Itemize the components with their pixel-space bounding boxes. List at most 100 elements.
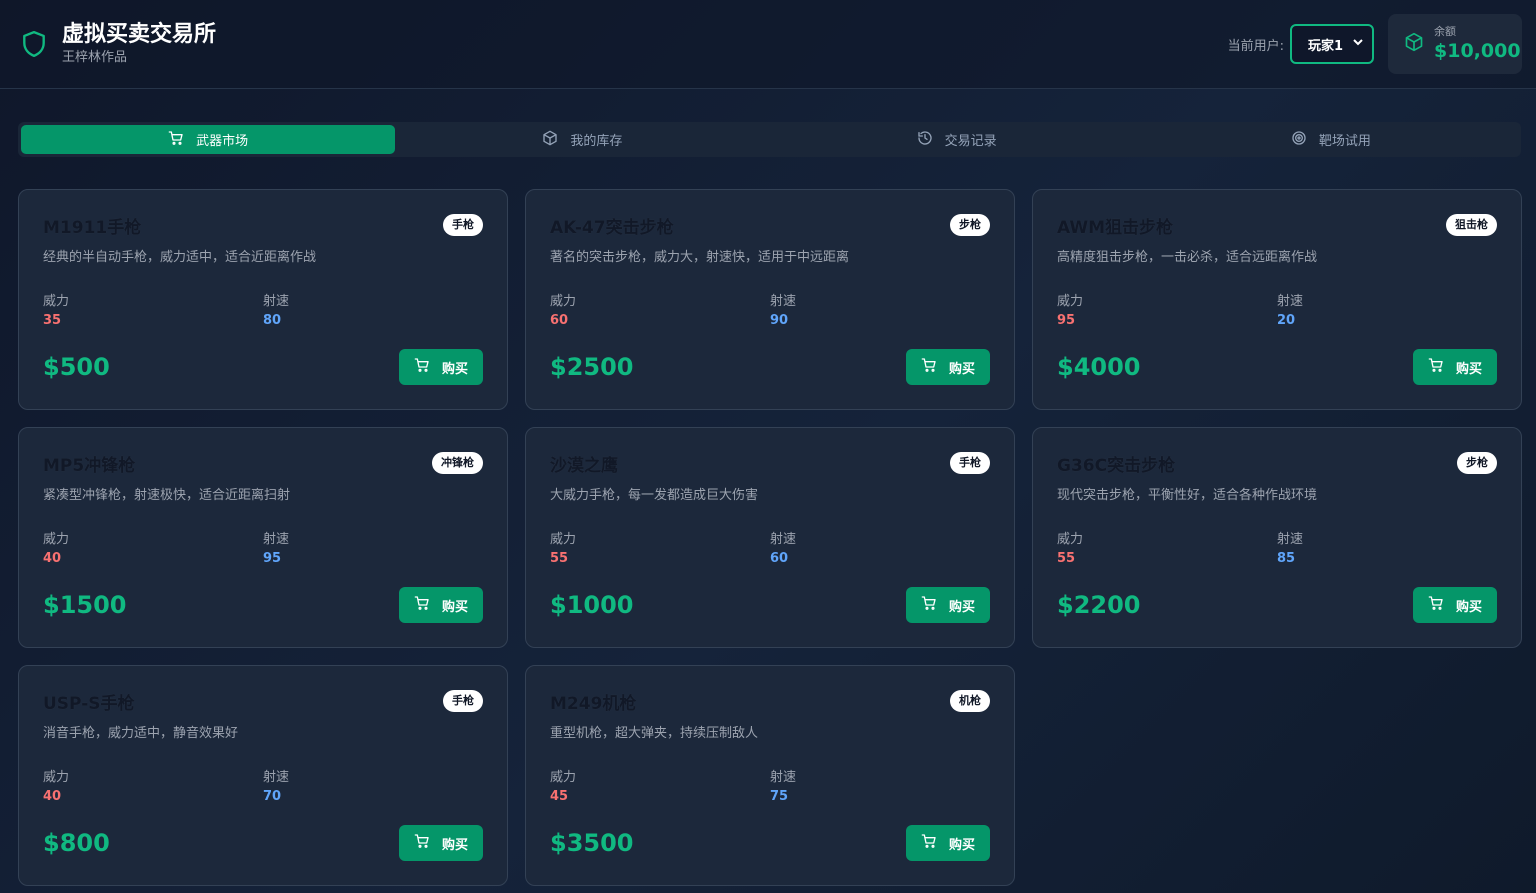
weapon-type-badge: 步枪 xyxy=(950,214,990,236)
tab-history[interactable]: 交易记录 xyxy=(770,125,1144,154)
weapon-name: 沙漠之鹰 xyxy=(550,456,618,476)
weapon-description: 著名的突击步枪，威力大，射速快，适用于中远距离 xyxy=(550,250,850,265)
app-title: 虚拟买卖交易所 xyxy=(62,22,217,47)
weapon-type-badge: 手枪 xyxy=(443,690,483,712)
speed-value: 80 xyxy=(263,313,282,328)
weapon-card: AWM狙击步枪 狙击枪 高精度狙击步枪，一击必杀，适合远距离作战 威力 95 射… xyxy=(1032,189,1522,410)
weapon-description: 现代突击步枪，平衡性好，适合各种作战环境 xyxy=(1057,488,1318,503)
speed-value: 70 xyxy=(263,789,282,804)
power-value: 40 xyxy=(43,551,62,566)
balance-box: 余额 $10,000 xyxy=(1388,14,1522,74)
buy-button[interactable]: 购买 xyxy=(399,825,483,861)
cart-icon xyxy=(921,357,937,377)
weapon-price: $800 xyxy=(43,829,110,857)
buy-label: 购买 xyxy=(441,599,468,615)
current-user-label: 当前用户: xyxy=(1227,38,1284,54)
app-subtitle: 王梓林作品 xyxy=(62,50,128,65)
weapon-type-badge: 机枪 xyxy=(950,690,990,712)
power-value: 55 xyxy=(1057,551,1076,566)
cart-icon xyxy=(921,833,937,853)
balance-value: $10,000 xyxy=(1434,40,1521,62)
shield-icon xyxy=(20,30,48,58)
power-label: 威力 xyxy=(1057,532,1084,547)
power-label: 威力 xyxy=(43,532,70,547)
buy-label: 购买 xyxy=(948,837,975,853)
speed-value: 75 xyxy=(770,789,789,804)
weapon-description: 高精度狙击步枪，一击必杀，适合远距离作战 xyxy=(1057,250,1318,265)
power-value: 95 xyxy=(1057,313,1076,328)
weapon-price: $1000 xyxy=(550,591,634,619)
weapon-type-badge: 手枪 xyxy=(950,452,990,474)
weapon-card: AK-47突击步枪 步枪 著名的突击步枪，威力大，射速快，适用于中远距离 威力 … xyxy=(525,189,1015,410)
weapon-type-badge: 冲锋枪 xyxy=(432,452,483,474)
weapon-price: $1500 xyxy=(43,591,127,619)
cart-icon xyxy=(414,833,430,853)
weapon-stats: 威力 55 射速 85 xyxy=(1057,531,1497,568)
weapon-name: USP-S手枪 xyxy=(43,694,135,714)
weapon-card: M249机枪 机枪 重型机枪，超大弹夹，持续压制敌人 威力 45 射速 75 $… xyxy=(525,665,1015,886)
power-value: 45 xyxy=(550,789,569,804)
buy-label: 购买 xyxy=(441,837,468,853)
power-label: 威力 xyxy=(550,770,577,785)
history-icon xyxy=(917,130,933,150)
weapon-description: 紧凑型冲锋枪，射速极快，适合近距离扫射 xyxy=(43,488,291,503)
buy-button[interactable]: 购买 xyxy=(399,587,483,623)
weapon-stats: 威力 45 射速 75 xyxy=(550,769,990,806)
buy-label: 购买 xyxy=(948,361,975,377)
chevron-down-icon xyxy=(1352,36,1364,52)
tab-label: 交易记录 xyxy=(944,134,997,149)
user-select[interactable]: 玩家1 xyxy=(1290,24,1374,64)
tab-label: 我的库存 xyxy=(570,134,623,149)
weapon-description: 重型机枪，超大弹夹，持续压制敌人 xyxy=(550,726,759,741)
buy-label: 购买 xyxy=(1455,599,1482,615)
power-value: 35 xyxy=(43,313,62,328)
speed-label: 射速 xyxy=(770,532,797,547)
tab-label: 武器市场 xyxy=(196,134,249,149)
tab-weapon-market[interactable]: 武器市场 xyxy=(21,125,396,154)
power-label: 威力 xyxy=(1057,294,1084,309)
power-value: 40 xyxy=(43,789,62,804)
power-label: 威力 xyxy=(43,294,70,309)
speed-value: 90 xyxy=(770,313,789,328)
speed-value: 85 xyxy=(1277,551,1296,566)
weapon-price: $500 xyxy=(43,353,110,381)
speed-label: 射速 xyxy=(263,770,290,785)
speed-label: 射速 xyxy=(770,770,797,785)
weapon-stats: 威力 60 射速 90 xyxy=(550,293,990,330)
weapon-description: 消音手枪，威力适中，静音效果好 xyxy=(43,726,239,741)
weapon-card: MP5冲锋枪 冲锋枪 紧凑型冲锋枪，射速极快，适合近距离扫射 威力 40 射速 … xyxy=(18,427,508,648)
weapon-name: MP5冲锋枪 xyxy=(43,456,136,476)
box-icon xyxy=(542,130,558,150)
cart-icon xyxy=(921,595,937,615)
weapon-price: $3500 xyxy=(550,829,634,857)
speed-label: 射速 xyxy=(770,294,797,309)
weapon-type-badge: 手枪 xyxy=(443,214,483,236)
buy-button[interactable]: 购买 xyxy=(1413,349,1497,385)
cube-icon xyxy=(1404,32,1424,56)
cart-icon xyxy=(168,130,184,150)
buy-button[interactable]: 购买 xyxy=(906,587,990,623)
weapon-type-badge: 步枪 xyxy=(1457,452,1497,474)
tab-range[interactable]: 靶场试用 xyxy=(1144,125,1518,154)
weapon-description: 大威力手枪，每一发都造成巨大伤害 xyxy=(550,488,759,503)
speed-label: 射速 xyxy=(263,532,290,547)
main-tabs: 武器市场 我的库存 交易记录 靶场试用 xyxy=(18,122,1521,157)
buy-button[interactable]: 购买 xyxy=(906,349,990,385)
weapon-grid: M1911手枪 手枪 经典的半自动手枪，威力适中，适合近距离作战 威力 35 射… xyxy=(18,189,1522,886)
buy-button[interactable]: 购买 xyxy=(399,349,483,385)
weapon-stats: 威力 55 射速 60 xyxy=(550,531,990,568)
buy-button[interactable]: 购买 xyxy=(1413,587,1497,623)
weapon-description: 经典的半自动手枪，威力适中，适合近距离作战 xyxy=(43,250,317,265)
brand: 虚拟买卖交易所 王梓林作品 xyxy=(20,21,216,67)
weapon-name: AWM狙击步枪 xyxy=(1057,218,1174,238)
speed-label: 射速 xyxy=(1277,532,1304,547)
weapon-type-badge: 狙击枪 xyxy=(1446,214,1497,236)
buy-button[interactable]: 购买 xyxy=(906,825,990,861)
weapon-name: AK-47突击步枪 xyxy=(550,218,674,238)
tab-inventory[interactable]: 我的库存 xyxy=(395,125,769,154)
speed-label: 射速 xyxy=(263,294,290,309)
weapon-stats: 威力 35 射速 80 xyxy=(43,293,483,330)
speed-value: 20 xyxy=(1277,313,1296,328)
weapon-card: 沙漠之鹰 手枪 大威力手枪，每一发都造成巨大伤害 威力 55 射速 60 $10… xyxy=(525,427,1015,648)
buy-label: 购买 xyxy=(441,361,468,377)
